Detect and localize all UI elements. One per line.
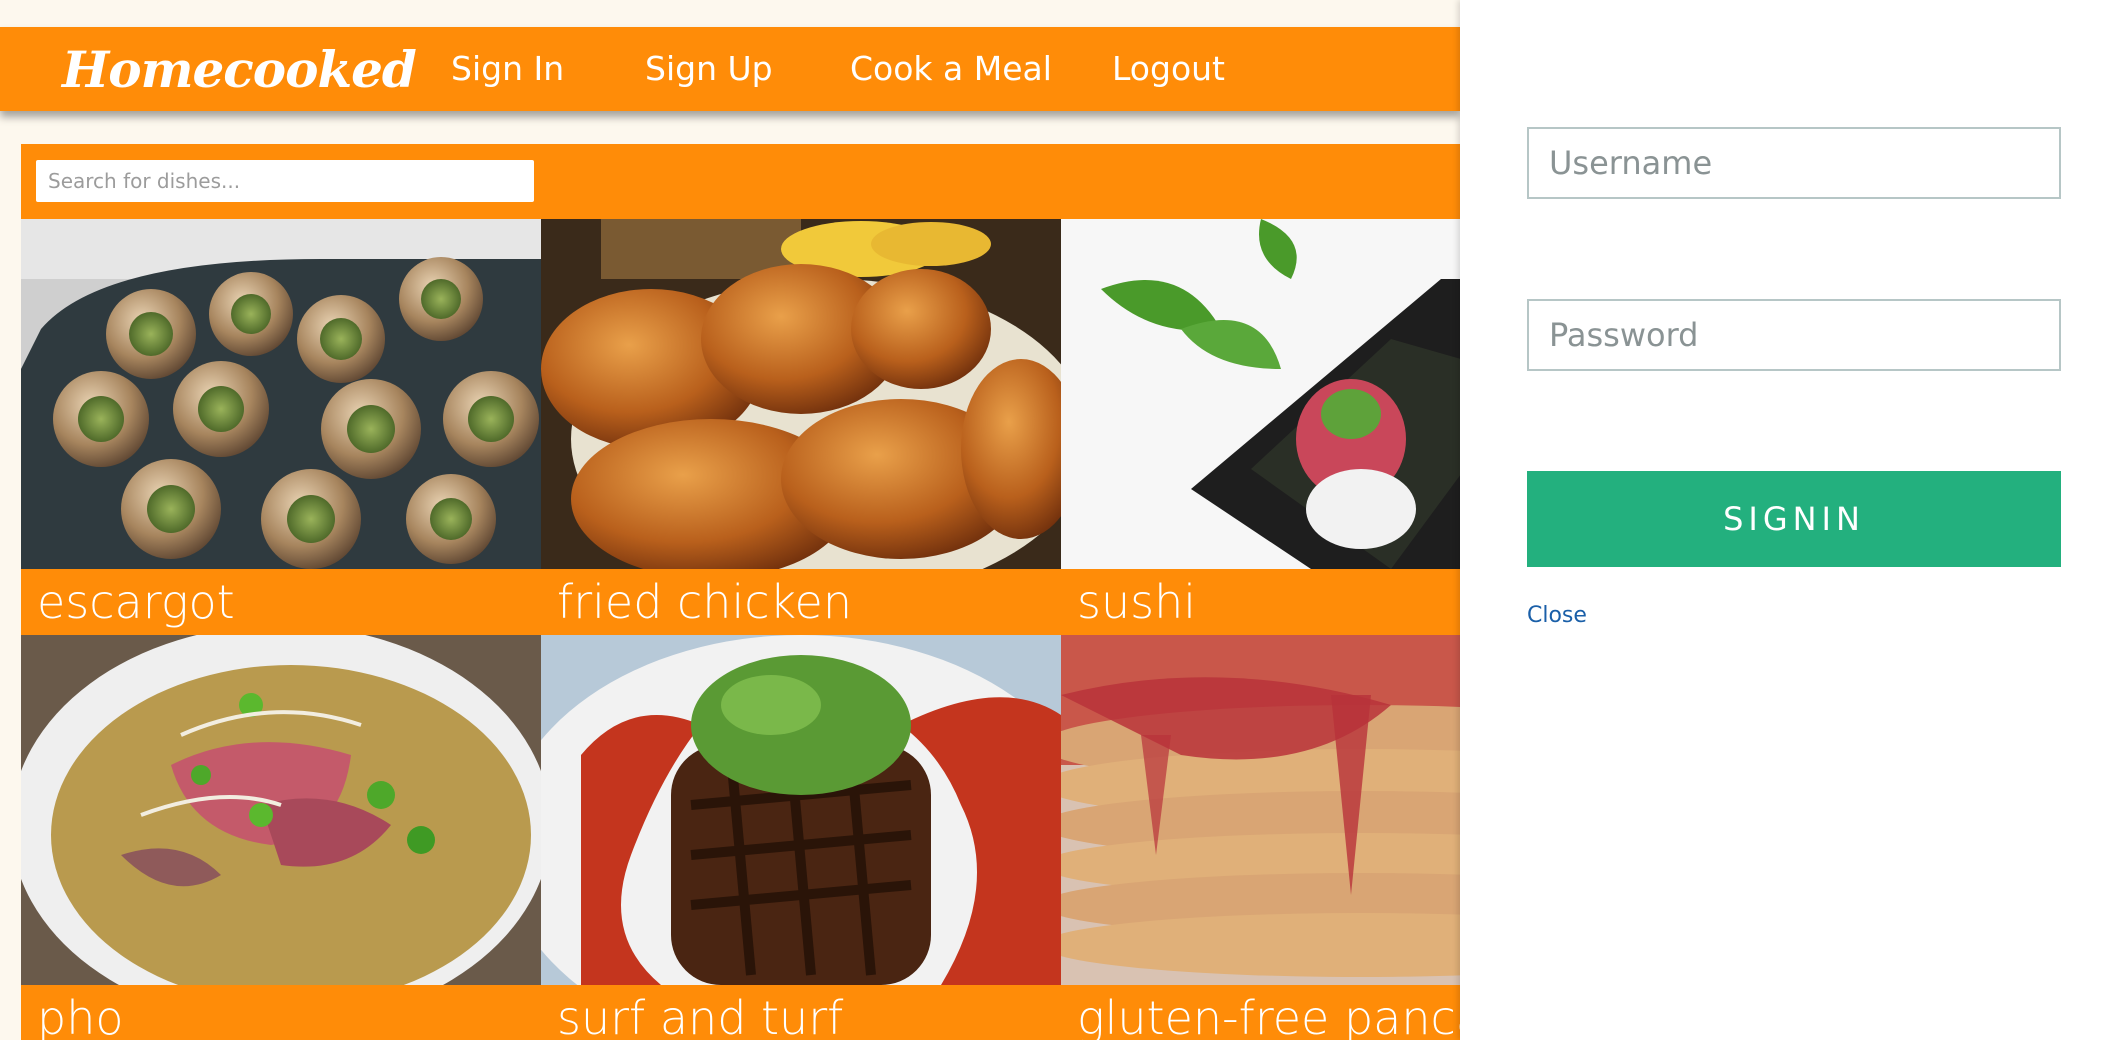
dish-card[interactable]: fried chicken	[541, 219, 1061, 635]
search-bar	[21, 144, 1460, 219]
dish-card[interactable]: pho	[21, 635, 541, 1040]
dish-name: fried chicken	[541, 569, 1061, 635]
password-field[interactable]	[1527, 299, 2061, 371]
dish-name: sushi	[1061, 569, 1460, 635]
nav-sign-in-link[interactable]: Sign In	[451, 49, 564, 88]
pho-photo	[21, 635, 541, 985]
fried-chicken-photo	[541, 219, 1061, 569]
escargot-photo	[21, 219, 541, 569]
close-link[interactable]: Close	[1527, 603, 1587, 628]
dish-name: escargot	[21, 569, 541, 635]
pancakes-photo	[1061, 635, 1460, 985]
main-content: Homecooked Sign In Sign Up Cook a Meal L…	[0, 0, 1460, 1040]
brand-logo[interactable]: Homecooked	[62, 40, 417, 99]
nav-sign-up-link[interactable]: Sign Up	[645, 49, 773, 88]
navbar: Homecooked Sign In Sign Up Cook a Meal L…	[0, 27, 1460, 111]
username-field[interactable]	[1527, 127, 2061, 199]
dish-card[interactable]: escargot	[21, 219, 541, 635]
dish-name: pho	[21, 985, 541, 1040]
surf-and-turf-photo	[541, 635, 1061, 985]
dish-card[interactable]: surf and turf	[541, 635, 1061, 1040]
dish-card[interactable]: sushi	[1061, 219, 1460, 635]
nav-cook-a-meal-link[interactable]: Cook a Meal	[850, 49, 1052, 88]
dish-card[interactable]: gluten-free pancakes	[1061, 635, 1460, 1040]
dish-name: surf and turf	[541, 985, 1061, 1040]
sushi-photo	[1061, 219, 1460, 569]
search-input[interactable]	[36, 160, 534, 202]
signin-panel: SIGNIN Close	[1460, 0, 2124, 1040]
dish-name: gluten-free pancakes	[1061, 985, 1460, 1040]
signin-button[interactable]: SIGNIN	[1527, 471, 2061, 567]
nav-logout-link[interactable]: Logout	[1112, 49, 1225, 88]
